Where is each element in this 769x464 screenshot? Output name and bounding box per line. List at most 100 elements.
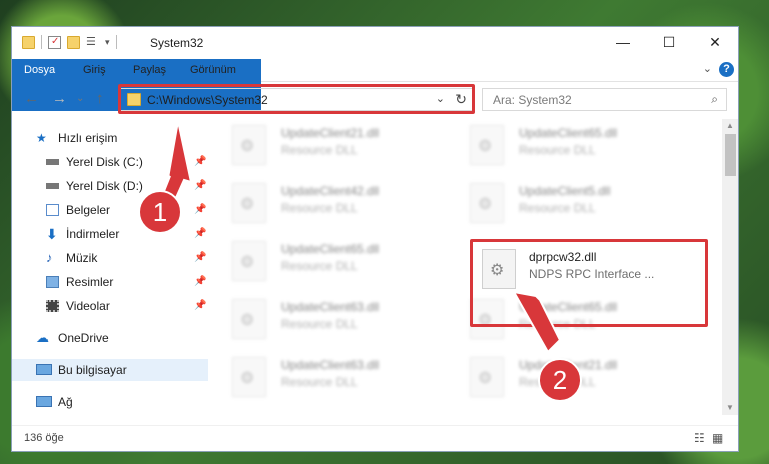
pin-icon[interactable]: 📌 bbox=[194, 151, 206, 173]
file-name: UpdateClient65.dll bbox=[519, 126, 618, 140]
sidebar-item-downloads[interactable]: ⬇ İndirmeler 📌 bbox=[12, 223, 208, 245]
file-description: Resource DLL bbox=[281, 143, 358, 157]
address-highlight-box bbox=[118, 84, 475, 114]
file-name: UpdateClient65.dll bbox=[281, 242, 380, 256]
search-box[interactable]: Ara: System32 ⌕ bbox=[482, 88, 727, 111]
vertical-scrollbar[interactable]: ▲ ▼ bbox=[722, 119, 738, 415]
drive-icon bbox=[46, 159, 59, 165]
up-button[interactable]: ↑ bbox=[96, 90, 104, 107]
file-description: Resource DLL bbox=[281, 201, 358, 215]
tab-view[interactable]: Görünüm bbox=[190, 59, 236, 81]
pin-icon[interactable]: 📌 bbox=[194, 295, 206, 317]
file-item[interactable]: UpdateClient5.dll Resource DLL bbox=[454, 177, 679, 229]
file-item[interactable]: UpdateClient63.dll Resource DLL bbox=[216, 351, 441, 403]
dll-file-icon bbox=[470, 125, 504, 165]
sidebar-item-disk-d[interactable]: Yerel Disk (D:) 📌 bbox=[12, 175, 208, 197]
item-count: 136 öğe bbox=[24, 432, 64, 444]
computer-icon bbox=[36, 364, 52, 375]
file-item[interactable]: UpdateClient63.dll Resource DLL bbox=[216, 293, 441, 345]
minimize-button[interactable]: — bbox=[600, 27, 646, 57]
file-description: Resource DLL bbox=[281, 259, 358, 273]
toolbar-divider bbox=[115, 35, 117, 49]
window-title: System32 bbox=[150, 36, 204, 50]
sidebar-item-disk-c[interactable]: Yerel Disk (C:) 📌 bbox=[12, 151, 208, 173]
file-item[interactable]: UpdateClient42.dll Resource DLL bbox=[216, 177, 441, 229]
network-icon bbox=[36, 396, 52, 407]
close-button[interactable]: ✕ bbox=[692, 27, 738, 57]
folder-icon bbox=[22, 35, 35, 49]
sidebar-item-label: Resimler bbox=[66, 275, 114, 289]
search-icon: ⌕ bbox=[711, 92, 718, 106]
file-item[interactable]: UpdateClient65.dll Resource DLL bbox=[454, 119, 679, 171]
file-description: Resource DLL bbox=[519, 143, 596, 157]
details-view-icon[interactable]: ☷ bbox=[694, 431, 705, 445]
navigation-bar: ← → ⌄ ↑ C:\Windows\System32 ⌄ ↻ Ara: Sys… bbox=[12, 82, 738, 118]
sidebar-item-label: Yerel Disk (C:) bbox=[66, 155, 143, 169]
drive-icon bbox=[46, 183, 59, 189]
scrollbar-thumb[interactable] bbox=[725, 134, 736, 176]
sidebar-item-label: Müzik bbox=[66, 251, 98, 265]
sidebar-item-label: Yerel Disk (D:) bbox=[66, 179, 143, 193]
customize-toolbar-icon[interactable]: ▾ bbox=[105, 37, 110, 48]
sidebar-item-music[interactable]: ♪ Müzik 📌 bbox=[12, 247, 208, 269]
dll-file-icon bbox=[232, 241, 266, 281]
new-folder-icon[interactable] bbox=[67, 35, 80, 49]
file-description: Resource DLL bbox=[519, 201, 596, 215]
sidebar-item-onedrive[interactable]: ☁ OneDrive bbox=[12, 327, 208, 349]
dll-file-icon bbox=[232, 183, 266, 223]
music-icon: ♪ bbox=[46, 250, 53, 265]
scroll-down-icon[interactable]: ▼ bbox=[726, 403, 734, 412]
help-icon[interactable]: ? bbox=[719, 62, 734, 77]
sidebar-item-label: Hızlı erişim bbox=[58, 131, 118, 145]
file-item[interactable]: UpdateClient21.dll Resource DLL bbox=[216, 119, 441, 171]
sidebar-item-pictures[interactable]: Resimler 📌 bbox=[12, 271, 208, 293]
file-name: UpdateClient42.dll bbox=[281, 184, 380, 198]
sidebar-item-label: Ağ bbox=[58, 395, 73, 409]
forward-button[interactable]: → bbox=[52, 90, 67, 107]
sidebar-item-label: OneDrive bbox=[58, 331, 109, 345]
pictures-icon bbox=[46, 276, 59, 288]
sidebar-item-this-pc[interactable]: Bu bilgisayar bbox=[12, 359, 208, 381]
ribbon-tabs: Dosya Giriş Paylaş Görünüm ⌄ ? bbox=[12, 59, 738, 111]
sidebar-item-label: Bu bilgisayar bbox=[58, 363, 127, 377]
dll-file-icon bbox=[232, 357, 266, 397]
file-name: UpdateClient63.dll bbox=[281, 300, 380, 314]
dll-file-icon bbox=[232, 125, 266, 165]
download-icon: ⬇ bbox=[46, 226, 58, 242]
view-icon[interactable]: ☰ bbox=[86, 36, 99, 49]
sidebar-item-label: Belgeler bbox=[66, 203, 111, 217]
scroll-up-icon[interactable]: ▲ bbox=[726, 121, 734, 130]
search-input[interactable]: Ara: System32 bbox=[493, 93, 572, 107]
navigation-pane: ★ Hızlı erişim Yerel Disk (C:) 📌 Yerel D… bbox=[12, 119, 208, 415]
tab-home[interactable]: Giriş bbox=[83, 59, 106, 81]
cloud-icon: ☁ bbox=[36, 330, 49, 345]
maximize-button[interactable]: ☐ bbox=[646, 27, 692, 57]
sidebar-item-label: İndirmeler bbox=[66, 227, 120, 241]
file-description: Resource DLL bbox=[281, 317, 358, 331]
dll-file-icon bbox=[470, 183, 504, 223]
file-name: UpdateClient5.dll bbox=[519, 184, 611, 198]
large-icons-view-icon[interactable]: ▦ bbox=[712, 431, 723, 445]
file-item[interactable]: UpdateClient65.dll Resource DLL bbox=[216, 235, 441, 287]
sidebar-item-network[interactable]: Ağ bbox=[12, 391, 208, 413]
properties-icon[interactable]: ✓ bbox=[48, 35, 61, 49]
sidebar-item-quick-access[interactable]: ★ Hızlı erişim bbox=[12, 127, 208, 149]
tab-share[interactable]: Paylaş bbox=[133, 59, 166, 81]
sidebar-item-label: Videolar bbox=[66, 299, 110, 313]
quick-access-toolbar: ✓ ☰ ▾ bbox=[22, 35, 117, 49]
expand-ribbon-icon[interactable]: ⌄ bbox=[703, 62, 712, 75]
file-highlight-box bbox=[470, 239, 708, 327]
sidebar-item-videos[interactable]: Videolar 📌 bbox=[12, 295, 208, 317]
pin-icon[interactable]: 📌 bbox=[194, 175, 206, 197]
pin-icon[interactable]: 📌 bbox=[194, 247, 206, 269]
pin-icon[interactable]: 📌 bbox=[194, 199, 206, 221]
file-name: UpdateClient63.dll bbox=[281, 358, 380, 372]
pin-icon[interactable]: 📌 bbox=[194, 271, 206, 293]
title-bar: ✓ ☰ ▾ System32 — ☐ ✕ bbox=[12, 27, 738, 59]
recent-locations-icon[interactable]: ⌄ bbox=[76, 93, 84, 104]
callout-badge-1: 1 bbox=[138, 190, 182, 234]
toolbar-divider bbox=[41, 35, 42, 49]
back-button[interactable]: ← bbox=[24, 90, 39, 107]
pin-icon[interactable]: 📌 bbox=[194, 223, 206, 245]
star-icon: ★ bbox=[36, 131, 47, 145]
